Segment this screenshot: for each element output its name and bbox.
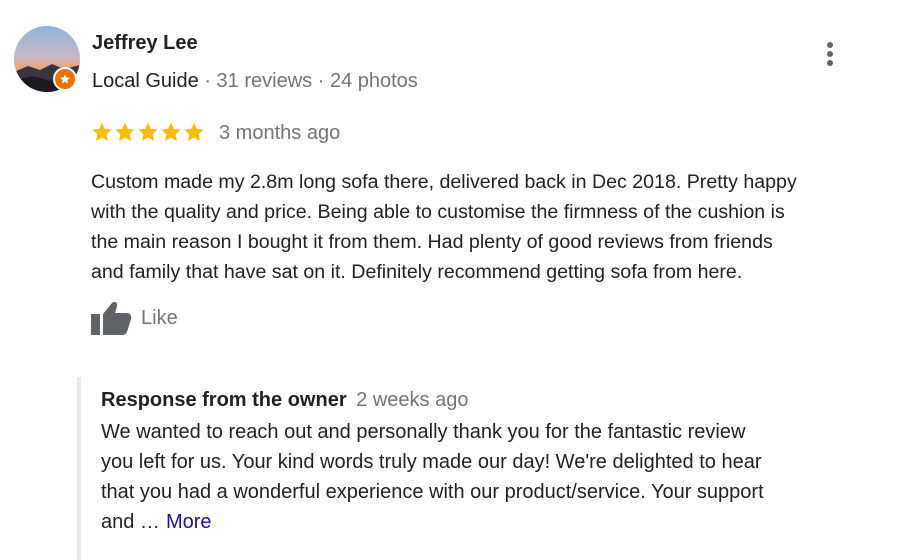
review-text: Custom made my 2.8m long sofa there, del…: [91, 167, 891, 287]
star-rating: [91, 121, 205, 143]
more-options-button[interactable]: [816, 38, 844, 70]
review-text-line: the main reason I bought it from them. H…: [91, 231, 773, 253]
star-icon: [138, 122, 158, 141]
review-text-line: and family that have sat on it. Definite…: [91, 261, 743, 283]
like-label: Like: [141, 306, 178, 329]
like-button[interactable]: Like: [90, 300, 178, 336]
reviewer-meta: Local Guide · 31 reviews · 24 photos: [92, 70, 418, 93]
local-guide-star-icon: [53, 67, 77, 91]
owner-response-line-text: and …: [101, 511, 160, 533]
local-guide-label: Local Guide: [92, 70, 199, 92]
meta-separator: ·: [317, 70, 325, 92]
owner-response: Response from the owner 2 weeks ago We w…: [77, 377, 900, 560]
owner-response-line: that you had a wonderful experience with…: [101, 481, 764, 503]
reviews-count: 31 reviews: [216, 70, 313, 92]
owner-response-line: We wanted to reach out and personally th…: [101, 421, 746, 443]
more-vert-icon: [827, 42, 833, 66]
owner-response-title: Response from the owner: [101, 389, 347, 411]
star-icon: [92, 122, 112, 141]
star-icon: [184, 122, 204, 141]
review-time: 3 months ago: [219, 122, 341, 144]
owner-response-header: Response from the owner 2 weeks ago: [101, 389, 468, 412]
more-link[interactable]: More: [166, 511, 212, 533]
owner-response-text: We wanted to reach out and personally th…: [101, 417, 764, 537]
reviewer-name[interactable]: Jeffrey Lee: [92, 32, 198, 55]
review-text-line: with the quality and price. Being able t…: [91, 201, 785, 223]
thumbs-up-icon: [91, 302, 132, 335]
owner-response-time: 2 weeks ago: [356, 389, 469, 411]
meta-separator: ·: [204, 70, 211, 92]
review-text-line: Custom made my 2.8m long sofa there, del…: [91, 171, 797, 193]
photos-count: 24 photos: [329, 70, 418, 92]
star-icon: [161, 122, 181, 141]
owner-response-line: and … More: [101, 507, 764, 537]
owner-response-line: you left for us. Your kind words truly m…: [101, 451, 762, 473]
star-icon: [115, 122, 135, 141]
